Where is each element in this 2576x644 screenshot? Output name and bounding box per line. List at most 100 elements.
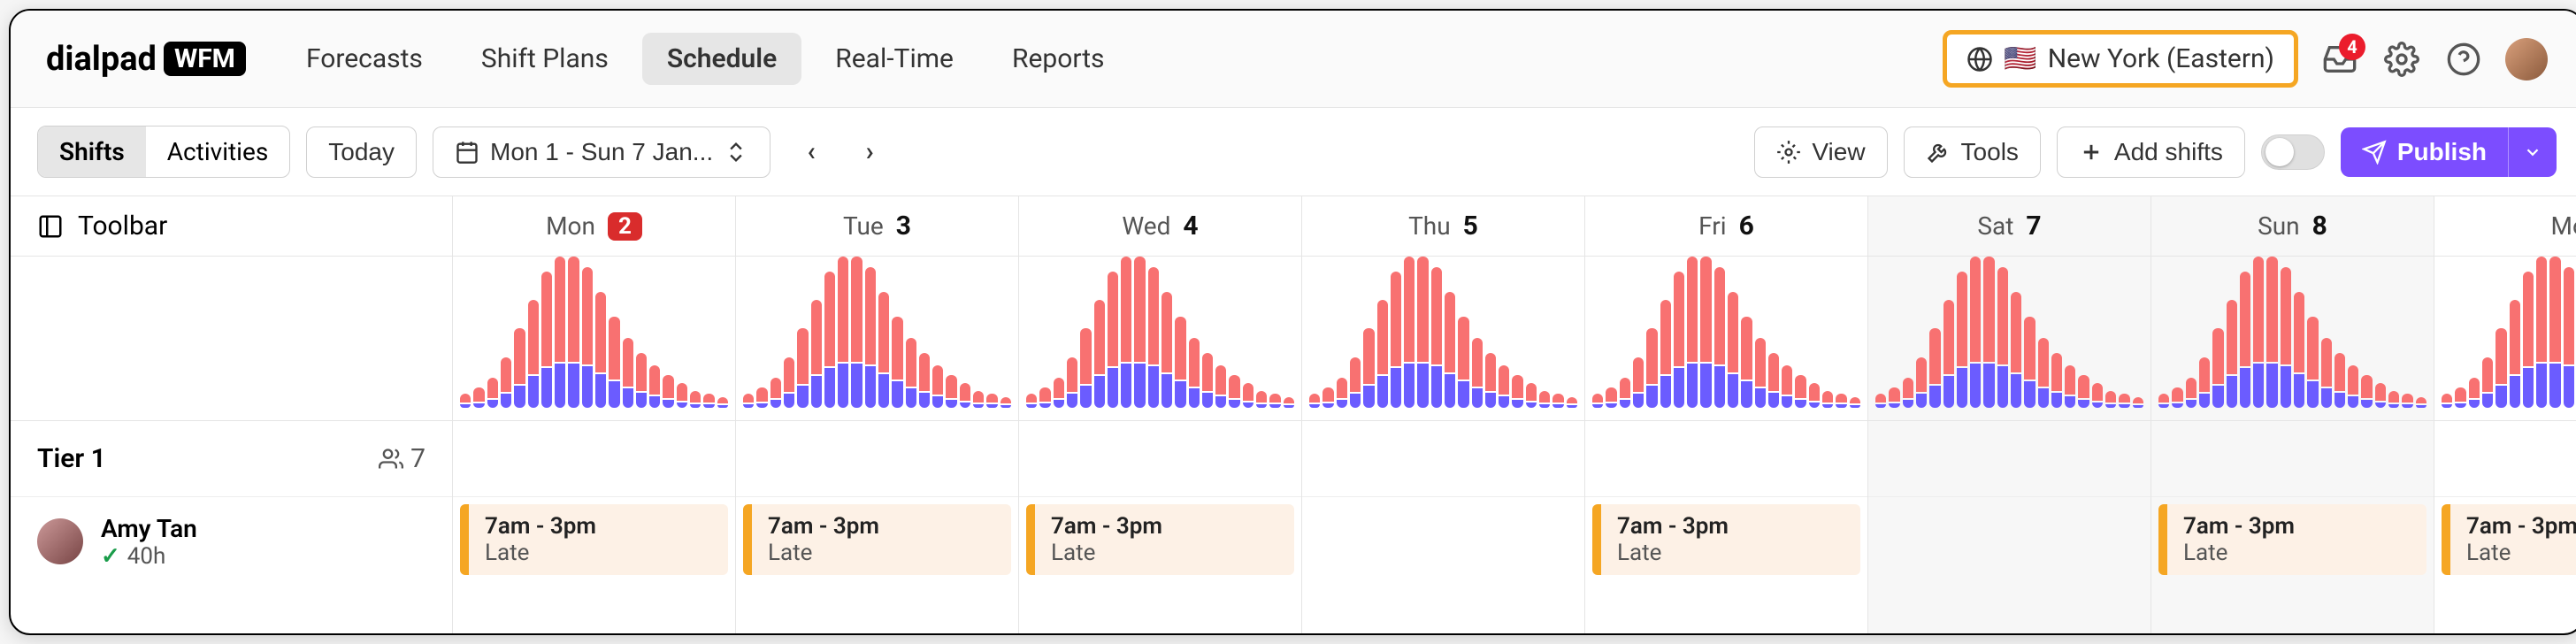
shift-cell (1302, 497, 1584, 586)
day-column: Sat 7 (1868, 196, 2151, 633)
publish-toggle[interactable] (2261, 134, 2325, 170)
chevron-down-icon (2523, 142, 2542, 162)
timezone-flag: 🇺🇸 (2004, 43, 2036, 74)
day-chart (1585, 257, 1867, 421)
date-range-picker[interactable]: Mon 1 - Sun 7 Jan... (433, 126, 770, 178)
shift-label: Late (1051, 540, 1278, 566)
person-info: Amy Tan ✓ 40h (101, 514, 197, 570)
shift-time: 7am - 3pm (768, 513, 995, 540)
top-nav: dialpad WFM Forecasts Shift Plans Schedu… (11, 11, 2576, 108)
tier-cell (1019, 421, 1301, 497)
shift-time: 7am - 3pm (2466, 513, 2576, 540)
day-chart (1868, 257, 2150, 421)
tier-cell (2151, 421, 2434, 497)
person-hours: ✓ 40h (101, 543, 197, 570)
nav-links: Forecasts Shift Plans Schedule Real-Time… (281, 33, 1130, 85)
send-icon (2362, 140, 2387, 165)
shift-card[interactable]: 7am - 3pmLate (743, 504, 1011, 575)
shift-time: 7am - 3pm (2183, 513, 2411, 540)
day-name: Mon (546, 211, 595, 241)
shift-cell: 7am - 3pmLate (1019, 497, 1301, 586)
shift-cell: 7am - 3pmLate (2151, 497, 2434, 586)
tools-button[interactable]: Tools (1904, 126, 2041, 178)
day-chart (1302, 257, 1584, 421)
person-row[interactable]: Amy Tan ✓ 40h (11, 497, 452, 586)
nav-reports[interactable]: Reports (987, 33, 1130, 85)
shift-cell: 7am - 3pmLate (1585, 497, 1867, 586)
publish-button[interactable]: Publish (2341, 127, 2508, 177)
day-name: Sat (1977, 211, 2013, 241)
person-avatar (37, 518, 83, 564)
day-name: Mon (2551, 211, 2576, 241)
plus-icon (2079, 140, 2104, 165)
publish-dropdown[interactable] (2508, 127, 2557, 177)
day-chart (2151, 257, 2434, 421)
person-name: Amy Tan (101, 514, 197, 543)
day-chart (736, 257, 1018, 421)
schedule-grid: Toolbar Tier 1 7 Amy Tan ✓ 40h (11, 196, 2576, 633)
shift-card[interactable]: 7am - 3pmLate (2158, 504, 2426, 575)
day-name: Wed (1122, 211, 1170, 241)
updown-icon (724, 140, 748, 165)
day-column: Sun8 7am - 3pmLate (2151, 196, 2434, 633)
day-column: Mon 7am - 3pmLate (2434, 196, 2576, 633)
day-column: Fri6 7am - 3pmLate (1585, 196, 1868, 633)
day-header[interactable]: Tue3 (736, 196, 1018, 257)
day-header[interactable]: Fri6 (1585, 196, 1867, 257)
prev-week[interactable]: ‹ (795, 136, 827, 168)
day-chart (1019, 257, 1301, 421)
check-icon: ✓ (101, 543, 120, 570)
today-button[interactable]: Today (306, 126, 417, 178)
help-button[interactable] (2443, 39, 2484, 80)
tier-cell (453, 421, 735, 497)
tier-cell (2434, 421, 2576, 497)
shift-cell (1868, 497, 2150, 586)
day-number: 7 (2026, 211, 2041, 242)
shift-card[interactable]: 7am - 3pmLate (2442, 504, 2576, 575)
chart-left-gutter (11, 257, 452, 421)
user-avatar[interactable] (2505, 38, 2548, 80)
day-header[interactable]: Sat 7 (1868, 196, 2150, 257)
view-button[interactable]: View (1754, 126, 1887, 178)
shift-cell: 7am - 3pmLate (736, 497, 1018, 586)
tier-cell (1302, 421, 1584, 497)
day-header[interactable]: Thu5 (1302, 196, 1584, 257)
nav-forecasts[interactable]: Forecasts (281, 33, 448, 85)
nav-real-time[interactable]: Real-Time (810, 33, 978, 85)
day-number: 8 (2312, 211, 2327, 242)
tier-count: 7 (379, 443, 426, 474)
nav-schedule[interactable]: Schedule (642, 33, 801, 85)
add-shifts-button[interactable]: Add shifts (2057, 126, 2245, 178)
shift-card[interactable]: 7am - 3pmLate (460, 504, 728, 575)
day-header[interactable]: Wed4 (1019, 196, 1301, 257)
calendar-icon (455, 140, 479, 165)
seg-activities[interactable]: Activities (146, 126, 290, 177)
inbox-button[interactable]: 4 (2319, 39, 2360, 80)
shift-time: 7am - 3pm (1051, 513, 1278, 540)
tier-cell (1868, 421, 2150, 497)
day-name: Fri (1698, 211, 1726, 241)
logo: dialpad WFM (46, 40, 246, 79)
shift-cell: 7am - 3pmLate (2434, 497, 2576, 586)
settings-button[interactable] (2381, 39, 2422, 80)
shift-card[interactable]: 7am - 3pmLate (1592, 504, 1860, 575)
shift-label: Late (2183, 540, 2411, 566)
toolbar-toggle[interactable]: Toolbar (11, 196, 452, 257)
day-column: Wed4 7am - 3pmLate (1019, 196, 1302, 633)
nav-shift-plans[interactable]: Shift Plans (456, 33, 633, 85)
logo-badge: WFM (164, 42, 246, 76)
seg-shifts[interactable]: Shifts (38, 126, 146, 177)
tier-header[interactable]: Tier 1 7 (11, 421, 452, 497)
day-header[interactable]: Mon2 (453, 196, 735, 257)
shift-label: Late (1617, 540, 1844, 566)
date-nav: ‹ › (795, 136, 886, 168)
day-header[interactable]: Mon (2434, 196, 2576, 257)
shift-card[interactable]: 7am - 3pmLate (1026, 504, 1294, 575)
timezone-label: New York (Eastern) (2048, 43, 2274, 74)
day-header[interactable]: Sun8 (2151, 196, 2434, 257)
shift-time: 7am - 3pm (1617, 513, 1844, 540)
timezone-selector[interactable]: 🇺🇸 New York (Eastern) (1943, 30, 2298, 88)
toolbar-label: Toolbar (78, 211, 167, 242)
next-week[interactable]: › (854, 136, 886, 168)
day-number: 5 (1463, 211, 1478, 242)
